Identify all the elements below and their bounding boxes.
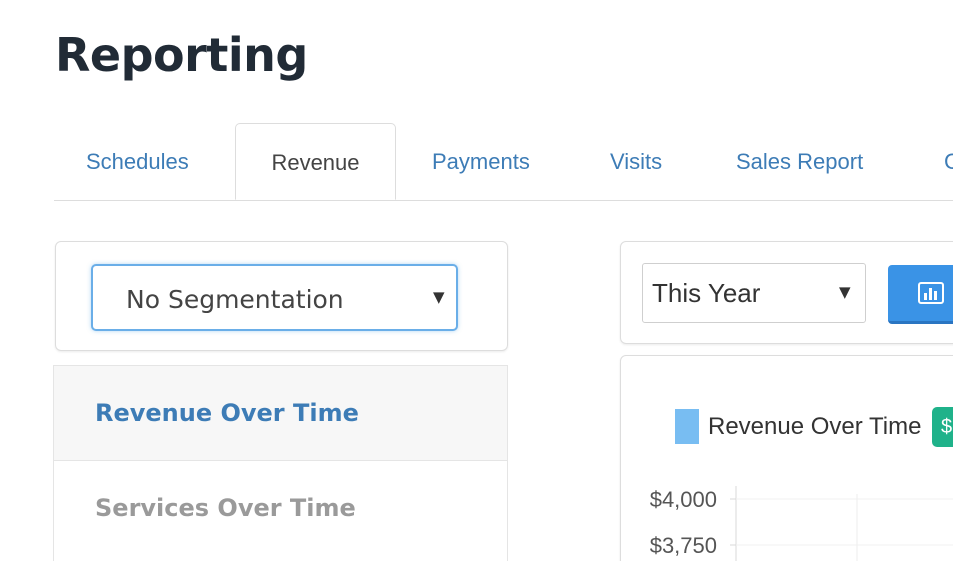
report-item-revenue-over-time[interactable]: Revenue Over Time <box>54 365 507 460</box>
tab-overflow[interactable]: C <box>944 123 953 200</box>
reporting-page: Reporting Schedules Revenue Payments Vis… <box>0 0 953 561</box>
segmentation-select[interactable]: No Segmentation ▼ <box>91 264 458 331</box>
chart-card: Revenue Over Time $ $4,000 $3,750 <box>620 355 953 561</box>
tab-visits[interactable]: Visits <box>610 123 662 200</box>
tab-sales-report[interactable]: Sales Report <box>736 123 863 200</box>
report-list: Revenue Over Time Services Over Time <box>53 365 508 561</box>
tab-payments[interactable]: Payments <box>432 123 530 200</box>
period-card: This Year ▼ <box>620 241 953 344</box>
chart-view-button[interactable] <box>888 265 953 324</box>
period-value: This Year <box>652 278 761 308</box>
tab-revenue[interactable]: Revenue <box>235 123 396 200</box>
report-item-label: Services Over Time <box>95 494 356 522</box>
caret-down-icon: ▼ <box>433 288 445 306</box>
segmentation-value: No Segmentation <box>126 285 344 314</box>
y-tick-label: $3,750 <box>650 533 717 558</box>
report-item-label: Revenue Over Time <box>95 399 359 427</box>
tab-schedules[interactable]: Schedules <box>86 123 189 200</box>
segmentation-card: No Segmentation ▼ <box>55 241 508 351</box>
y-tick-label: $4,000 <box>650 487 717 512</box>
report-tabs: Schedules Revenue Payments Visits Sales … <box>54 123 953 201</box>
revenue-chart: $4,000 $3,750 <box>650 486 953 561</box>
report-item-services-over-time[interactable]: Services Over Time <box>54 460 507 555</box>
period-select[interactable]: This Year ▼ <box>642 263 866 323</box>
page-title: Reporting <box>55 28 308 82</box>
caret-down-icon: ▼ <box>839 283 851 301</box>
bar-chart-icon <box>918 282 944 304</box>
